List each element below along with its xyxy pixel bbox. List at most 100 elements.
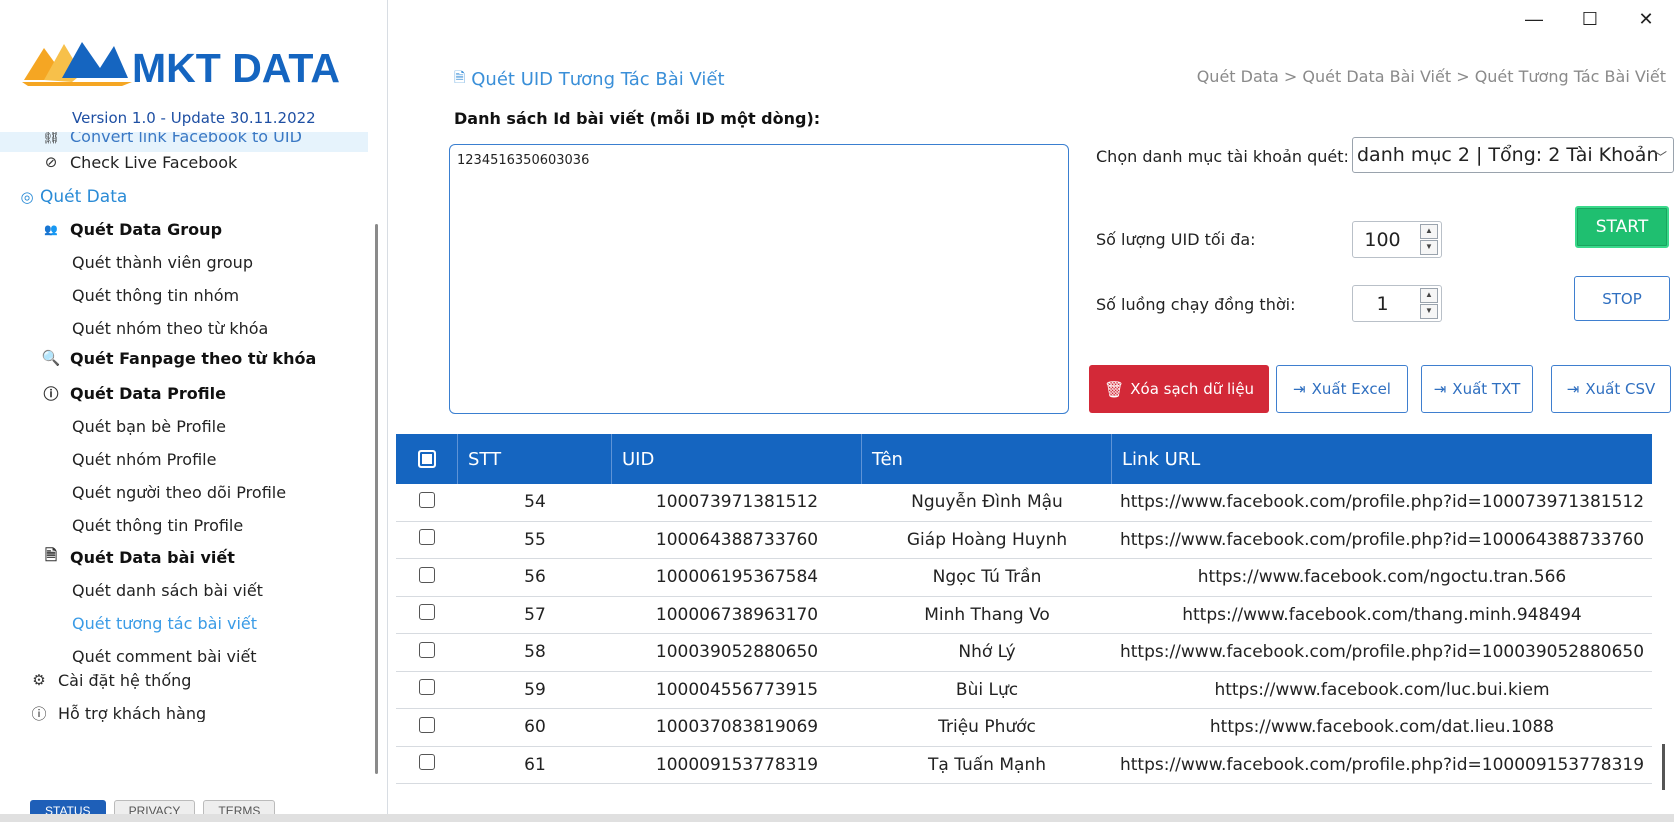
table-body: 54 100073971381512 Nguyễn Đình Mậu https… bbox=[396, 484, 1652, 784]
cell-name: Nguyễn Đình Mậu bbox=[911, 492, 1063, 513]
link-icon: ⛓ bbox=[41, 132, 61, 145]
row-checkbox[interactable] bbox=[419, 604, 435, 621]
export-excel-button[interactable]: ⇥ Xuất Excel bbox=[1276, 365, 1408, 413]
sidebar-item-profile-followers[interactable]: Quét người theo dõi Profile bbox=[0, 476, 286, 508]
start-button[interactable]: START bbox=[1575, 206, 1669, 248]
cell-name: Bùi Lực bbox=[955, 679, 1019, 700]
privacy-button[interactable]: PRIVACY bbox=[113, 800, 196, 814]
table-row[interactable]: 57 100006738963170 Minh Thang Vo https:/… bbox=[396, 597, 1652, 634]
sidebar-item-profile-friends[interactable]: Quét bạn bè Profile bbox=[0, 410, 226, 442]
stepper-down-icon[interactable]: ▼ bbox=[1420, 240, 1438, 255]
sidebar-item-label: Quét danh sách bài viết bbox=[72, 580, 263, 600]
cell-uid: 100037083819069 bbox=[655, 717, 819, 738]
cell-uid: 100006738963170 bbox=[655, 604, 819, 625]
column-header-link[interactable]: Link URL bbox=[1112, 434, 1652, 484]
sidebar-scrollbar[interactable] bbox=[375, 224, 378, 774]
category-select[interactable]: danh mục 2 | Tổng: 2 Tài Khoản ﹀ bbox=[1352, 137, 1674, 173]
minimize-button[interactable]: — bbox=[1506, 0, 1562, 38]
select-all-checkbox[interactable] bbox=[417, 450, 436, 468]
sidebar-item-profile-info[interactable]: Quét thông tin Profile bbox=[0, 509, 243, 541]
cell-name: Minh Thang Vo bbox=[924, 604, 1050, 625]
export-txt-button[interactable]: ⇥ Xuất TXT bbox=[1421, 365, 1533, 413]
export-icon: ⇥ bbox=[1433, 380, 1447, 398]
cell-name: Triệu Phước bbox=[938, 717, 1036, 738]
sidebar-item-post-list[interactable]: Quét danh sách bài viết bbox=[0, 574, 263, 606]
sidebar-item-fanpage-keyword[interactable]: 🔍 Quét Fanpage theo từ khóa bbox=[0, 342, 317, 374]
stepper-up-icon[interactable]: ▲ bbox=[1420, 288, 1438, 303]
table-row[interactable]: 58 100039052880650 Nhớ Lý https://www.fa… bbox=[396, 634, 1652, 672]
sidebar-item-label: Hỗ trợ khách hàng bbox=[58, 703, 207, 723]
sidebar-item-post-interactions[interactable]: Quét tương tác bài viết bbox=[0, 607, 257, 639]
table-row[interactable]: 54 100073971381512 Nguyễn Đình Mậu https… bbox=[396, 484, 1652, 522]
document-icon: 🗎 bbox=[44, 545, 58, 564]
close-icon: ✕ bbox=[1638, 8, 1654, 29]
stepper-up-icon[interactable]: ▲ bbox=[1420, 224, 1438, 239]
sidebar-group-data-group[interactable]: 👥 Quét Data Group bbox=[0, 213, 222, 245]
document-icon: 🗎 bbox=[454, 70, 466, 86]
sidebar-menu: ⛓ Convert link Facebook to UID ⊘ Check Liv… bbox=[0, 132, 372, 722]
sidebar-item-check-live[interactable]: ⊘ Check Live Facebook bbox=[0, 146, 238, 178]
row-checkbox[interactable] bbox=[419, 716, 435, 733]
table-row[interactable]: 61 100009153778319 Tạ Tuấn Mạnh https://… bbox=[396, 747, 1652, 784]
row-checkbox[interactable] bbox=[419, 491, 435, 508]
sidebar-item-group-info[interactable]: Quét thông tin nhóm bbox=[0, 279, 239, 311]
cell-uid: 100039052880650 bbox=[655, 642, 819, 663]
cell-url: https://www.facebook.com/profile.php?id=… bbox=[1119, 642, 1645, 663]
row-checkbox[interactable] bbox=[419, 754, 435, 771]
sidebar-group-data-posts[interactable]: 🗎 Quét Data bài viết bbox=[0, 541, 235, 573]
sidebar-item-label: Quét comment bài viết bbox=[72, 646, 257, 666]
table-row[interactable]: 55 100064388733760 Giáp Hoàng Huynh http… bbox=[396, 522, 1652, 559]
help-icon: ⓘ bbox=[31, 704, 47, 723]
sidebar-item-settings[interactable]: ⚙ Cài đặt hệ thống bbox=[0, 664, 191, 696]
column-header-uid[interactable]: UID bbox=[612, 434, 862, 484]
stop-button[interactable]: STOP bbox=[1574, 276, 1670, 321]
sidebar-footer: STATUS PRIVACY TERMS bbox=[30, 800, 276, 814]
export-csv-button[interactable]: ⇥ Xuất CSV bbox=[1551, 365, 1671, 413]
group-icon: 👥 bbox=[44, 222, 58, 236]
column-header-name[interactable]: Tên bbox=[862, 434, 1112, 484]
stepper-down-icon[interactable]: ▼ bbox=[1420, 304, 1438, 319]
sidebar-item-label: Convert link Facebook to UID bbox=[70, 132, 302, 146]
cell-stt: 54 bbox=[524, 492, 546, 513]
max-uid-label: Số lượng UID tối đa: bbox=[1096, 230, 1256, 249]
table-row[interactable]: 60 100037083819069 Triệu Phước https://w… bbox=[396, 709, 1652, 747]
trash-icon: 🗑 bbox=[1103, 379, 1125, 399]
page-title: 🗎 Quét UID Tương Tác Bài Viết bbox=[454, 67, 725, 91]
export-icon: ⇥ bbox=[1293, 380, 1306, 398]
cell-stt: 60 bbox=[524, 717, 546, 738]
row-checkbox[interactable] bbox=[419, 566, 435, 583]
maximize-button[interactable]: ☐ bbox=[1562, 0, 1618, 38]
sidebar-item-group-members[interactable]: Quét thành viên group bbox=[0, 246, 253, 278]
sidebar-item-profile-groups[interactable]: Quét nhóm Profile bbox=[0, 443, 216, 475]
terms-button[interactable]: TERMS bbox=[203, 800, 276, 814]
status-button[interactable]: STATUS bbox=[30, 800, 106, 814]
cell-url: https://www.facebook.com/ngoctu.tran.566 bbox=[1197, 567, 1567, 588]
threads-value: 1 bbox=[1376, 292, 1389, 315]
threads-stepper[interactable]: 1 ▲ ▼ bbox=[1352, 285, 1442, 322]
maximize-icon: ☐ bbox=[1581, 8, 1599, 29]
row-checkbox[interactable] bbox=[419, 641, 435, 658]
target-icon: ◎ bbox=[20, 188, 34, 206]
table-row[interactable]: 56 100006195367584 Ngọc Tú Trần https://… bbox=[396, 559, 1652, 597]
sidebar-group-data-profile[interactable]: ⓘ Quét Data Profile bbox=[0, 377, 226, 409]
post-id-textarea[interactable]: 1234516350603036 bbox=[449, 144, 1069, 414]
cell-name: Ngọc Tú Trần bbox=[932, 567, 1042, 588]
max-uid-stepper[interactable]: 100 ▲ ▼ bbox=[1352, 221, 1442, 258]
sidebar-item-support[interactable]: ⓘ Hỗ trợ khách hàng bbox=[0, 697, 207, 723]
window-bottom-bar bbox=[0, 814, 1674, 822]
cell-uid: 100009153778319 bbox=[655, 754, 819, 775]
row-checkbox[interactable] bbox=[419, 529, 435, 546]
table-scrollbar[interactable] bbox=[1662, 744, 1665, 790]
clear-data-button[interactable]: 🗑 Xóa sạch dữ liệu bbox=[1089, 365, 1269, 413]
table-header: STT UID Tên Link URL bbox=[396, 434, 1652, 484]
cell-uid: 100004556773915 bbox=[655, 679, 819, 700]
sidebar-item-label: Quét Data Profile bbox=[70, 383, 226, 403]
close-button[interactable]: ✕ bbox=[1618, 0, 1674, 38]
row-checkbox[interactable] bbox=[419, 679, 435, 696]
column-header-stt[interactable]: STT bbox=[458, 434, 612, 484]
cell-url: https://www.facebook.com/profile.php?id=… bbox=[1119, 529, 1645, 550]
sidebar-category-quet-data[interactable]: ◎ Quét Data bbox=[0, 181, 127, 213]
table-row[interactable]: 59 100004556773915 Bùi Lực https://www.f… bbox=[396, 672, 1652, 709]
sidebar-item-group-keyword[interactable]: Quét nhóm theo từ khóa bbox=[0, 312, 268, 344]
results-table: STT UID Tên Link URL 54 100073971381512 … bbox=[396, 434, 1652, 784]
